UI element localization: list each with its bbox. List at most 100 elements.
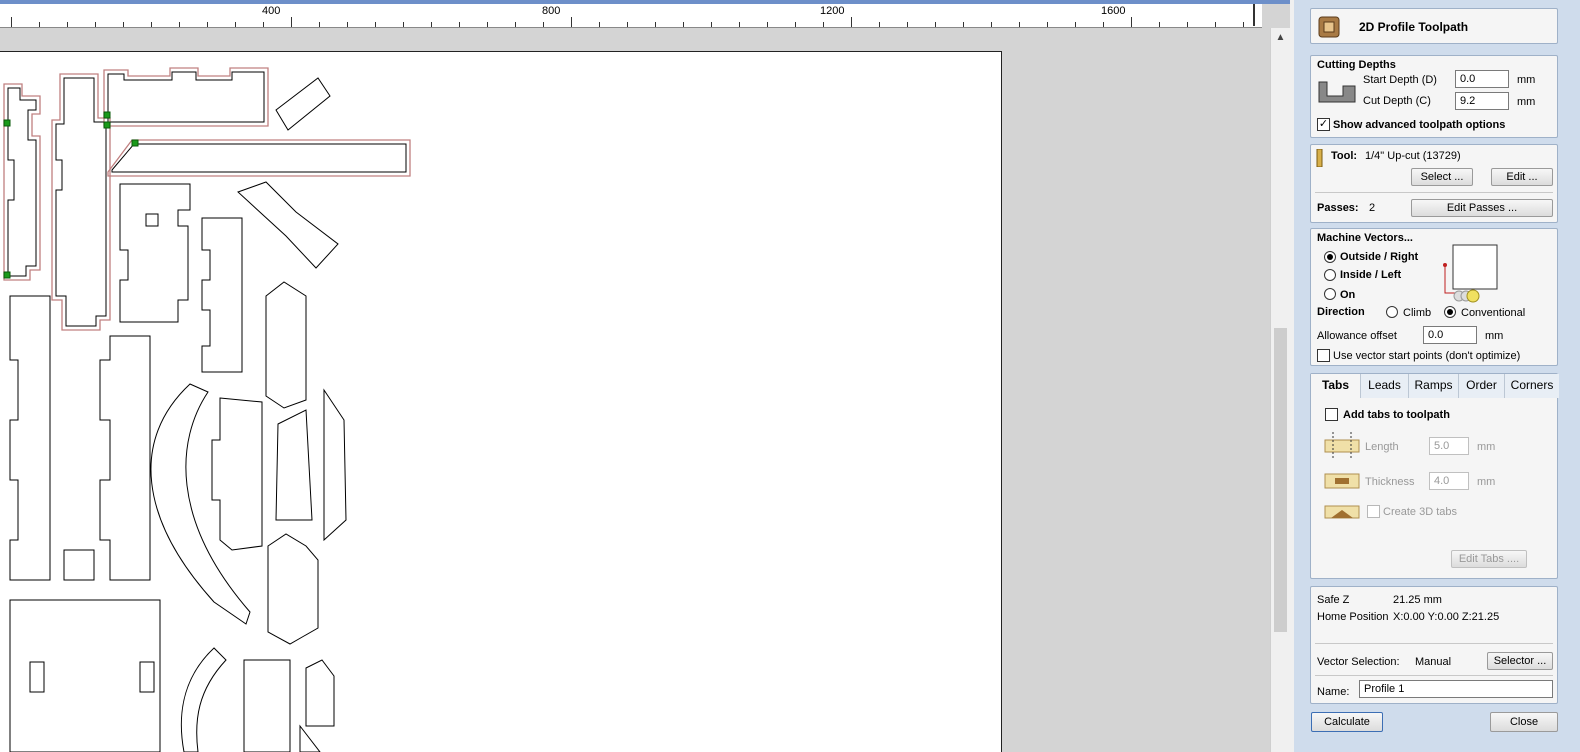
tab-length-input[interactable]: 5.0 bbox=[1429, 437, 1469, 455]
tool-box: Tool: 1/4" Up-cut (13729) Select ... Edi… bbox=[1310, 144, 1558, 223]
tab-length-unit: mm bbox=[1477, 441, 1496, 453]
selector-button[interactable]: Selector ... bbox=[1487, 652, 1553, 670]
machine-vectors-heading: Machine Vectors... bbox=[1317, 232, 1413, 244]
part-outline bbox=[299, 724, 321, 752]
part-outline bbox=[119, 183, 191, 323]
vertical-scrollbar[interactable]: ▲ bbox=[1270, 28, 1290, 752]
radio-outside-right[interactable] bbox=[1324, 251, 1336, 263]
radio-climb[interactable] bbox=[1386, 306, 1398, 318]
machine-vectors-box: Machine Vectors... Outside / Right Insid… bbox=[1310, 228, 1558, 366]
allowance-offset-input[interactable]: 0.0 bbox=[1423, 326, 1477, 344]
vector-selection-value: Manual bbox=[1415, 656, 1452, 668]
part-outline bbox=[9, 599, 161, 752]
use-start-points-checkbox[interactable] bbox=[1317, 349, 1330, 362]
part-outline bbox=[139, 661, 155, 693]
create-3d-tabs-label: Create 3D tabs bbox=[1383, 506, 1457, 518]
allowance-offset-label: Allowance offset bbox=[1317, 330, 1397, 342]
toolpath-name-input[interactable]: Profile 1 bbox=[1359, 680, 1553, 698]
tab-tabs[interactable]: Tabs bbox=[1311, 374, 1361, 398]
start-depth-input[interactable]: 0.0 bbox=[1455, 70, 1509, 88]
tool-edit-button[interactable]: Edit ... bbox=[1491, 168, 1553, 186]
part-outline bbox=[150, 383, 251, 625]
toolpath-offset bbox=[51, 73, 111, 331]
calculate-button[interactable]: Calculate bbox=[1311, 712, 1383, 732]
allowance-offset-unit: mm bbox=[1485, 330, 1504, 342]
info-box: Safe Z 21.25 mm Home Position X:0.00 Y:0… bbox=[1310, 586, 1558, 704]
cut-depth-input[interactable]: 9.2 bbox=[1455, 92, 1509, 110]
passes-value: 2 bbox=[1369, 202, 1376, 214]
home-position-value: X:0.00 Y:0.00 Z:21.25 bbox=[1393, 611, 1500, 623]
part-outline bbox=[107, 71, 265, 123]
part-outline bbox=[243, 659, 291, 752]
use-start-points-label: Use vector start points (don't optimize) bbox=[1333, 350, 1521, 362]
safe-z-label: Safe Z bbox=[1317, 594, 1350, 606]
toolpath-panel: 2D Profile Toolpath Cutting Depths Start… bbox=[1294, 0, 1580, 752]
info-separator bbox=[1315, 643, 1553, 644]
tool-select-button[interactable]: Select ... bbox=[1411, 168, 1473, 186]
part-outline bbox=[145, 213, 159, 227]
selection-handle bbox=[103, 111, 111, 119]
tab-corners[interactable]: Corners bbox=[1505, 374, 1559, 398]
outside-right-label: Outside / Right bbox=[1340, 251, 1419, 263]
home-position-label: Home Position bbox=[1317, 611, 1389, 623]
add-tabs-label: Add tabs to toolpath bbox=[1343, 409, 1450, 421]
radio-inside-left[interactable] bbox=[1324, 269, 1336, 281]
tab-leads[interactable]: Leads bbox=[1361, 374, 1409, 398]
start-depth-unit: mm bbox=[1517, 74, 1536, 86]
part-outline bbox=[99, 335, 151, 581]
part-outline bbox=[275, 77, 331, 131]
tab-length-icon bbox=[1324, 432, 1360, 458]
panel-title-box: 2D Profile Toolpath bbox=[1310, 8, 1558, 44]
part-outline bbox=[9, 295, 51, 581]
vector-selection-label: Vector Selection: bbox=[1317, 656, 1400, 668]
advanced-options-checkbox[interactable]: ✓ bbox=[1317, 118, 1330, 131]
depth-diagram-icon bbox=[1318, 81, 1356, 103]
part-outline bbox=[29, 661, 45, 693]
tab-order[interactable]: Order bbox=[1459, 374, 1505, 398]
climb-label: Climb bbox=[1403, 307, 1432, 319]
toolpath-offset bbox=[3, 83, 41, 281]
name-label: Name: bbox=[1317, 686, 1350, 698]
tab-ramps[interactable]: Ramps bbox=[1409, 374, 1459, 398]
tool-name: 1/4" Up-cut (13729) bbox=[1365, 150, 1461, 162]
radio-conventional[interactable] bbox=[1444, 306, 1456, 318]
selection-handle bbox=[3, 119, 11, 127]
tab-thickness-icon bbox=[1324, 473, 1360, 489]
edit-tabs-button[interactable]: Edit Tabs .... bbox=[1451, 550, 1527, 568]
vector-drawing[interactable] bbox=[0, 0, 1270, 752]
selection-handle bbox=[131, 139, 139, 147]
edit-passes-button[interactable]: Edit Passes ... bbox=[1411, 199, 1553, 217]
radio-on[interactable] bbox=[1324, 288, 1336, 300]
add-tabs-checkbox[interactable] bbox=[1325, 408, 1338, 421]
options-tab-box: Tabs Leads Ramps Order Corners Add tabs … bbox=[1310, 373, 1559, 579]
advanced-options-label: Show advanced toolpath options bbox=[1333, 119, 1506, 131]
profile-toolpath-icon bbox=[1318, 16, 1340, 38]
tab-thickness-label: Thickness bbox=[1365, 476, 1415, 488]
cut-depth-label: Cut Depth (C) bbox=[1363, 95, 1431, 107]
tab-thickness-input[interactable]: 4.0 bbox=[1429, 472, 1469, 490]
close-button[interactable]: Close bbox=[1490, 712, 1558, 732]
design-canvas-area[interactable]: 400 800 1200 1600 ▲ bbox=[0, 0, 1290, 752]
on-label: On bbox=[1340, 289, 1356, 301]
inside-left-label: Inside / Left bbox=[1340, 269, 1402, 281]
tab-length-label: Length bbox=[1365, 441, 1399, 453]
panel-title: 2D Profile Toolpath bbox=[1359, 20, 1469, 34]
conventional-label: Conventional bbox=[1461, 307, 1526, 319]
part-outline bbox=[211, 397, 263, 551]
selection-handle bbox=[3, 271, 11, 279]
toolpath-offset bbox=[103, 67, 269, 127]
outside-cut-diagram-icon bbox=[1443, 244, 1498, 303]
cutting-depths-box: Cutting Depths Start Depth (D) 0.0 mm Cu… bbox=[1310, 55, 1558, 138]
part-outline bbox=[323, 388, 347, 542]
tab-thickness-unit: mm bbox=[1477, 476, 1496, 488]
tool-bit-icon bbox=[1316, 149, 1323, 167]
part-outline bbox=[305, 659, 335, 727]
scroll-thumb[interactable] bbox=[1274, 328, 1287, 632]
part-outline bbox=[201, 217, 243, 373]
part-outline bbox=[265, 281, 307, 409]
direction-label: Direction bbox=[1317, 306, 1365, 318]
tool-separator bbox=[1315, 192, 1553, 193]
scroll-up-arrow-icon[interactable]: ▲ bbox=[1271, 30, 1290, 46]
safe-z-value: 21.25 mm bbox=[1393, 594, 1442, 606]
create-3d-tabs-checkbox[interactable] bbox=[1367, 505, 1380, 518]
